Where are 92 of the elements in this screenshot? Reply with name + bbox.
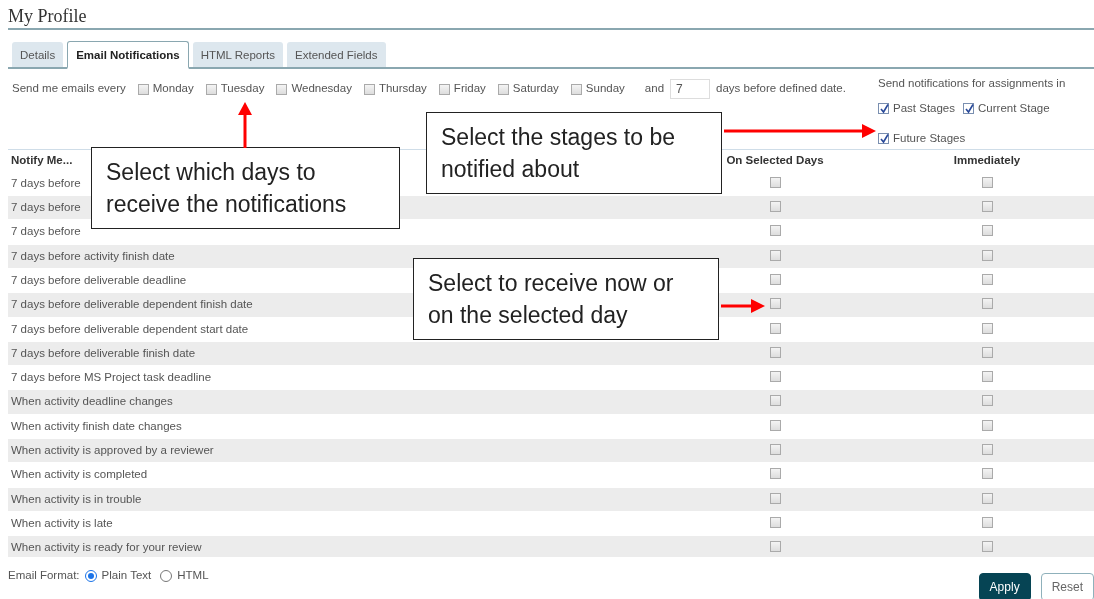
checkbox[interactable] [769, 322, 781, 334]
checkbox[interactable] [981, 298, 993, 310]
checkbox[interactable] [438, 83, 450, 95]
column-header: Notify Me... [11, 154, 73, 166]
checkbox[interactable] [769, 492, 781, 504]
email-format-label: Email Format: [8, 568, 80, 583]
checkbox[interactable] [878, 132, 889, 144]
checkbox[interactable] [570, 83, 582, 95]
checkbox[interactable] [769, 444, 781, 456]
callout-text: Select which days to receive the notifications [91, 147, 400, 229]
checkbox[interactable] [981, 346, 993, 358]
day-label: Sunday [585, 81, 625, 97]
checkbox[interactable] [981, 516, 993, 528]
checkbox[interactable] [981, 322, 993, 334]
notification-label: When activity finish date changes [11, 419, 182, 432]
days-suffix-label: days before defined date. [716, 81, 846, 97]
notification-label: 7 days before deliverable deadline [11, 273, 187, 286]
notification-label: 7 days before deliverable dependent start date [11, 322, 249, 335]
day-label: Tuesday [220, 81, 265, 97]
callout-text: Select to receive now or on the selected day [413, 258, 719, 340]
notification-label: When activity deadline changes [11, 395, 173, 408]
stage-label: Past Stages [893, 101, 955, 117]
notification-label: 7 days before [11, 176, 81, 189]
day-label: Thursday [378, 81, 427, 97]
checkbox[interactable] [363, 83, 375, 95]
stage-label: Future Stages [893, 130, 966, 146]
checkbox[interactable] [137, 83, 149, 95]
notification-label: 7 days before MS Project task deadline [11, 371, 212, 384]
schedule-label: Send me emails every [12, 81, 126, 97]
notification-label: When activity is late [11, 516, 113, 529]
stages-label: Send notifications for assignments in [878, 76, 1067, 91]
notification-label: When activity is completed [11, 468, 148, 481]
checkbox[interactable] [769, 516, 781, 528]
checkbox[interactable] [769, 201, 781, 213]
checkbox[interactable] [769, 346, 781, 358]
radio-label: Plain Text [101, 568, 152, 583]
notification-label: When activity is in trouble [11, 492, 142, 505]
checkbox[interactable] [981, 249, 993, 261]
notification-label: 7 days before deliverable dependent finish date [11, 298, 253, 311]
page-title: My Profile [8, 0, 1094, 30]
arrow-icon [238, 102, 252, 148]
checkbox[interactable] [769, 468, 781, 480]
column-header: On Selected Days [726, 154, 824, 166]
day-label: Wednesday [291, 81, 352, 97]
notification-label: 7 days before [11, 201, 81, 214]
day-label: Monday [152, 81, 194, 97]
tab[interactable]: HTML Reports [192, 42, 284, 67]
checkbox[interactable] [276, 83, 288, 95]
radio-label: HTML [177, 568, 209, 583]
notification-label: When activity is ready for your review [11, 541, 202, 554]
checkbox[interactable] [769, 371, 781, 383]
apply-button[interactable]: Apply [978, 573, 1031, 599]
day-label: Friday [453, 81, 486, 97]
checkbox[interactable] [769, 273, 781, 285]
arrow-icon [721, 299, 765, 313]
checkbox[interactable] [769, 225, 781, 237]
tab[interactable]: Email Notifications [67, 41, 189, 69]
checkbox[interactable] [981, 395, 993, 407]
notification-label: 7 days before deliverable finish date [11, 346, 196, 359]
checkbox[interactable] [981, 201, 993, 213]
checkbox[interactable] [981, 419, 993, 431]
reset-button[interactable]: Reset [1040, 573, 1094, 599]
checkbox[interactable] [981, 444, 993, 456]
stage-label: Current Stage [978, 101, 1050, 117]
checkbox[interactable] [981, 273, 993, 285]
callout-text: Select the stages to be notified about [426, 112, 722, 194]
days-before-field[interactable]: 7 [670, 79, 711, 99]
checkbox[interactable] [769, 298, 781, 310]
checkbox[interactable] [981, 468, 993, 480]
and-label: and [644, 81, 665, 97]
checkbox[interactable] [981, 492, 993, 504]
checkbox[interactable] [769, 541, 781, 553]
checkbox[interactable] [769, 419, 781, 431]
arrow-icon [724, 124, 876, 138]
notification-label: When activity is approved by a reviewer [11, 444, 214, 457]
tab[interactable]: Extended Fields [287, 42, 386, 67]
checkbox[interactable] [497, 83, 509, 95]
checkbox[interactable] [769, 249, 781, 261]
checkbox[interactable] [963, 103, 974, 115]
checkbox[interactable] [981, 371, 993, 383]
day-label: Saturday [512, 81, 559, 97]
checkbox[interactable] [769, 176, 781, 188]
notification-label: 7 days before activity finish date [11, 249, 175, 262]
tab[interactable]: Details [12, 42, 64, 67]
checkbox[interactable] [981, 541, 993, 553]
checkbox[interactable] [981, 225, 993, 237]
checkbox[interactable] [981, 176, 993, 188]
checkbox[interactable] [878, 103, 889, 115]
checkbox[interactable] [205, 83, 217, 95]
notification-label: 7 days before [11, 225, 81, 238]
column-header: Immediately [953, 154, 1021, 166]
checkbox[interactable] [769, 395, 781, 407]
